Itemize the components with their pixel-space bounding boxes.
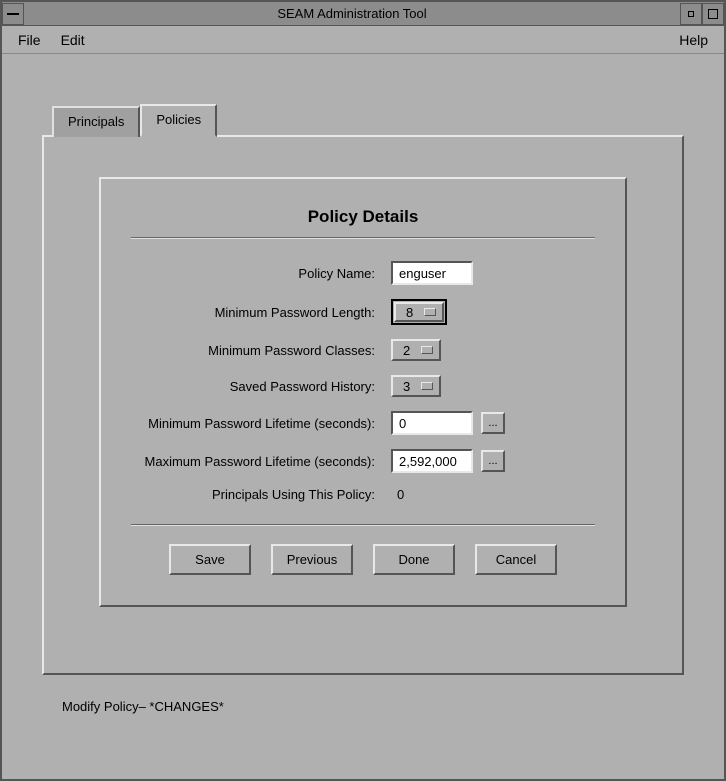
- saved-pwd-history-value: 3: [403, 379, 416, 394]
- app-window: SEAM Administration Tool File Edit Help …: [0, 0, 726, 781]
- save-button[interactable]: Save: [169, 544, 251, 575]
- maximize-button[interactable]: [702, 3, 724, 25]
- label-min-pwd-classes: Minimum Password Classes:: [131, 343, 391, 358]
- row-saved-pwd-history: Saved Password History: 3: [131, 375, 595, 397]
- dropdown-knob-icon: [421, 382, 433, 390]
- title-bar: SEAM Administration Tool: [2, 2, 724, 26]
- window-title: SEAM Administration Tool: [24, 6, 680, 21]
- menu-file[interactable]: File: [8, 28, 51, 52]
- minimize-icon: [688, 11, 694, 17]
- minimize-button[interactable]: [680, 3, 702, 25]
- row-min-pwd-lifetime: Minimum Password Lifetime (seconds): ...: [131, 411, 595, 435]
- tab-policies[interactable]: Policies: [140, 104, 217, 137]
- divider-top: [131, 237, 595, 239]
- window-menu-icon: [7, 13, 19, 15]
- menu-edit[interactable]: Edit: [51, 28, 95, 52]
- label-policy-name: Policy Name:: [131, 266, 391, 281]
- row-min-pwd-length: Minimum Password Length: 8: [131, 299, 595, 325]
- done-button[interactable]: Done: [373, 544, 455, 575]
- menu-help[interactable]: Help: [669, 28, 718, 52]
- min-pwd-lifetime-field[interactable]: [391, 411, 473, 435]
- tab-strip: Principals Policies: [52, 104, 684, 135]
- label-min-pwd-length: Minimum Password Length:: [131, 305, 391, 320]
- button-row: Save Previous Done Cancel: [131, 544, 595, 575]
- status-text: Modify Policy– *CHANGES*: [62, 699, 684, 714]
- label-max-pwd-lifetime: Maximum Password Lifetime (seconds):: [131, 454, 391, 469]
- panel-title: Policy Details: [131, 207, 595, 227]
- policy-details-panel: Policy Details Policy Name: Minimum Pass…: [99, 177, 627, 607]
- min-lifetime-browse-button[interactable]: ...: [481, 412, 505, 434]
- principals-using-value: 0: [391, 487, 404, 502]
- previous-button[interactable]: Previous: [271, 544, 353, 575]
- divider-bottom: [131, 524, 595, 526]
- row-policy-name: Policy Name:: [131, 261, 595, 285]
- saved-pwd-history-dropdown[interactable]: 3: [391, 375, 441, 397]
- tab-area: Principals Policies Policy Details Polic…: [42, 104, 684, 675]
- window-menu-button[interactable]: [2, 3, 24, 25]
- label-saved-pwd-history: Saved Password History:: [131, 379, 391, 394]
- tab-panel-policies: Policy Details Policy Name: Minimum Pass…: [42, 135, 684, 675]
- tab-principals[interactable]: Principals: [52, 106, 140, 137]
- dropdown-knob-icon: [421, 346, 433, 354]
- cancel-button[interactable]: Cancel: [475, 544, 557, 575]
- max-pwd-lifetime-field[interactable]: [391, 449, 473, 473]
- label-principals-using: Principals Using This Policy:: [131, 487, 391, 502]
- label-min-pwd-lifetime: Minimum Password Lifetime (seconds):: [131, 416, 391, 431]
- min-pwd-classes-dropdown[interactable]: 2: [391, 339, 441, 361]
- maximize-icon: [708, 9, 718, 19]
- dropdown-knob-icon: [424, 308, 436, 316]
- row-max-pwd-lifetime: Maximum Password Lifetime (seconds): ...: [131, 449, 595, 473]
- content-area: Principals Policies Policy Details Polic…: [2, 54, 724, 779]
- min-pwd-length-value: 8: [406, 305, 419, 320]
- policy-name-field[interactable]: [391, 261, 473, 285]
- min-pwd-classes-value: 2: [403, 343, 416, 358]
- row-min-pwd-classes: Minimum Password Classes: 2: [131, 339, 595, 361]
- min-pwd-length-dropdown[interactable]: 8: [391, 299, 447, 325]
- max-lifetime-browse-button[interactable]: ...: [481, 450, 505, 472]
- menu-bar: File Edit Help: [2, 26, 724, 54]
- row-principals-using: Principals Using This Policy: 0: [131, 487, 595, 502]
